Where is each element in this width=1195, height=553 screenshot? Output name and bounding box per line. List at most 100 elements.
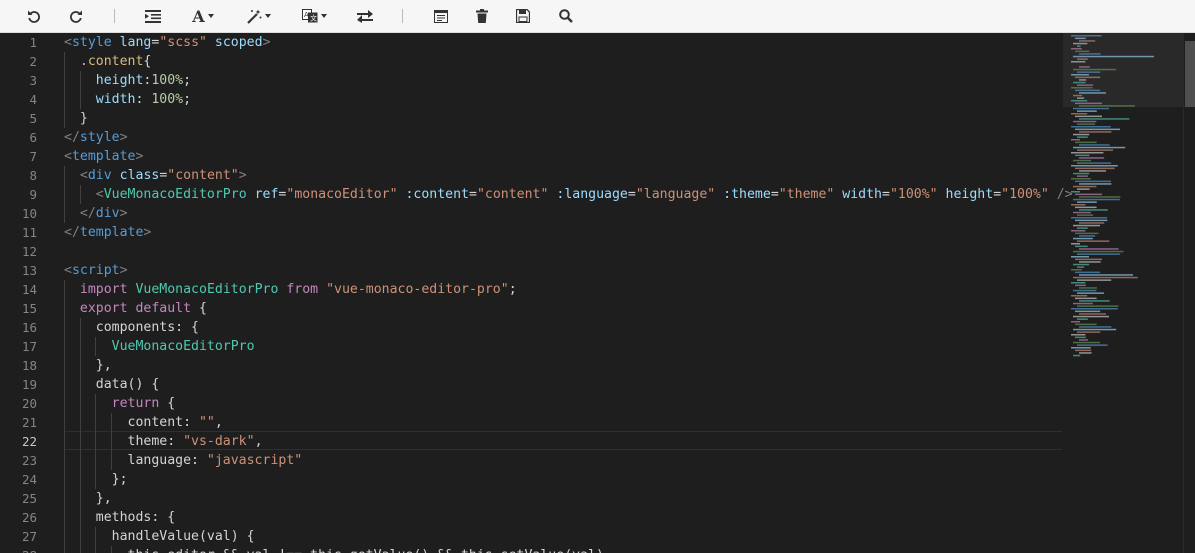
search-icon	[559, 9, 573, 23]
indent-guide	[95, 337, 97, 356]
minimap-line	[1075, 271, 1101, 274]
minimap-line	[1079, 183, 1112, 185]
redo-button[interactable]	[66, 4, 86, 28]
minimap-line	[1075, 154, 1090, 157]
minimap-line	[1075, 128, 1120, 131]
minimap-line	[1077, 188, 1090, 190]
redo-icon	[70, 10, 82, 23]
trash-icon	[476, 9, 488, 23]
minimap-line	[1071, 347, 1091, 349]
line-number: 17	[21, 339, 37, 354]
minimap-line	[1071, 295, 1088, 297]
line-number: 16	[21, 320, 37, 335]
minimap-line	[1075, 206, 1097, 209]
minimap-line	[1071, 178, 1091, 180]
minimap-line	[1071, 282, 1086, 284]
minimap-line	[1073, 146, 1126, 149]
search-button[interactable]	[556, 4, 576, 28]
minimap-line	[1079, 235, 1096, 237]
minimap-line	[1075, 167, 1115, 170]
minimap-line	[1073, 107, 1109, 110]
line-number: 9	[29, 187, 37, 202]
minimap-line	[1077, 331, 1101, 333]
minimap-line	[1077, 344, 1108, 346]
toolbar-separator	[114, 9, 115, 23]
minimap-line	[1075, 258, 1102, 261]
minimap-line	[1075, 115, 1102, 118]
vertical-scrollbar[interactable]	[1183, 33, 1195, 553]
chevron-down-icon	[265, 14, 271, 18]
minimap-line	[1071, 269, 1082, 271]
minimap-line	[1075, 349, 1092, 352]
code-line: height:100%;	[95, 73, 192, 88]
minimap-line	[1079, 300, 1110, 302]
save-button[interactable]	[513, 4, 533, 28]
minimap-line	[1075, 180, 1111, 183]
minimap-line	[1077, 253, 1121, 255]
minimap-line	[1079, 339, 1088, 341]
minimap-slider[interactable]	[1063, 33, 1183, 107]
translate-icon: A文	[301, 9, 317, 23]
minimap-line	[1077, 201, 1097, 203]
minimap-line	[1079, 261, 1101, 263]
preview-button[interactable]	[431, 4, 451, 28]
swap-arrows-icon	[357, 9, 373, 23]
code-line: data() {	[64, 377, 160, 392]
code-line: return {	[111, 396, 176, 411]
minimap-line	[1079, 157, 1105, 159]
minimap-line	[1079, 131, 1112, 133]
minimap-line	[1077, 318, 1088, 320]
minimap-line	[1071, 308, 1118, 310]
code-line: .content{	[79, 54, 152, 69]
minimap-line	[1071, 113, 1088, 115]
code-line: language: "javascript"	[64, 453, 303, 468]
code-area[interactable]: <style lang="scss" scoped> .content{ hei…	[64, 33, 1073, 553]
code-line: methods: {	[64, 510, 176, 525]
minimap-line	[1077, 136, 1088, 138]
minimap-line	[1073, 133, 1090, 136]
svg-text:文: 文	[310, 14, 317, 23]
indent-button[interactable]	[143, 4, 163, 28]
code-line: export default {	[79, 301, 207, 316]
line-number: 14	[21, 282, 37, 297]
minimap-line	[1079, 170, 1106, 172]
code-line: </template>	[64, 225, 152, 240]
line-number: 10	[21, 206, 37, 221]
scrollbar-thumb[interactable]	[1185, 41, 1195, 107]
toolbar-separator	[402, 9, 403, 23]
line-number: 21	[21, 415, 37, 430]
indent-guide	[95, 527, 97, 553]
indent-guide	[64, 52, 65, 128]
code-line: <template>	[64, 149, 144, 164]
minimap-line	[1073, 224, 1100, 227]
line-number: 2	[29, 54, 37, 69]
minimap-line	[1073, 120, 1097, 123]
line-number: 5	[29, 111, 37, 126]
code-editor[interactable]: 1 2 3 4 5 6 7 8 9 10 11 12 13 14 15 16 17 18 19 20 21 22 23 24 2…	[0, 33, 1195, 553]
code-line: import VueMonacoEditorPro from "vue-mona…	[79, 282, 517, 297]
line-number: 22	[21, 434, 37, 449]
format-button[interactable]	[244, 4, 274, 28]
line-number: 4	[29, 92, 37, 107]
minimap-line	[1073, 276, 1138, 279]
minimap-line	[1077, 292, 1104, 294]
minimap-line	[1079, 326, 1112, 328]
minimap-line	[1079, 118, 1130, 120]
indent-guide	[64, 280, 65, 553]
line-number: 27	[21, 529, 37, 544]
minimap[interactable]	[1063, 33, 1183, 553]
diff-button[interactable]	[355, 4, 375, 28]
save-icon	[516, 9, 530, 23]
minimap-line	[1073, 250, 1124, 253]
delete-button[interactable]	[472, 4, 492, 28]
indent-guide	[79, 71, 81, 109]
font-button[interactable]: A	[188, 4, 218, 28]
undo-button[interactable]	[24, 4, 44, 28]
minimap-line	[1075, 219, 1108, 222]
code-line: },	[64, 491, 112, 506]
minimap-line	[1075, 323, 1097, 326]
indent-icon	[145, 9, 161, 23]
line-number: 6	[29, 130, 37, 145]
language-button[interactable]: A文	[299, 4, 329, 28]
minimap-line	[1071, 152, 1104, 154]
